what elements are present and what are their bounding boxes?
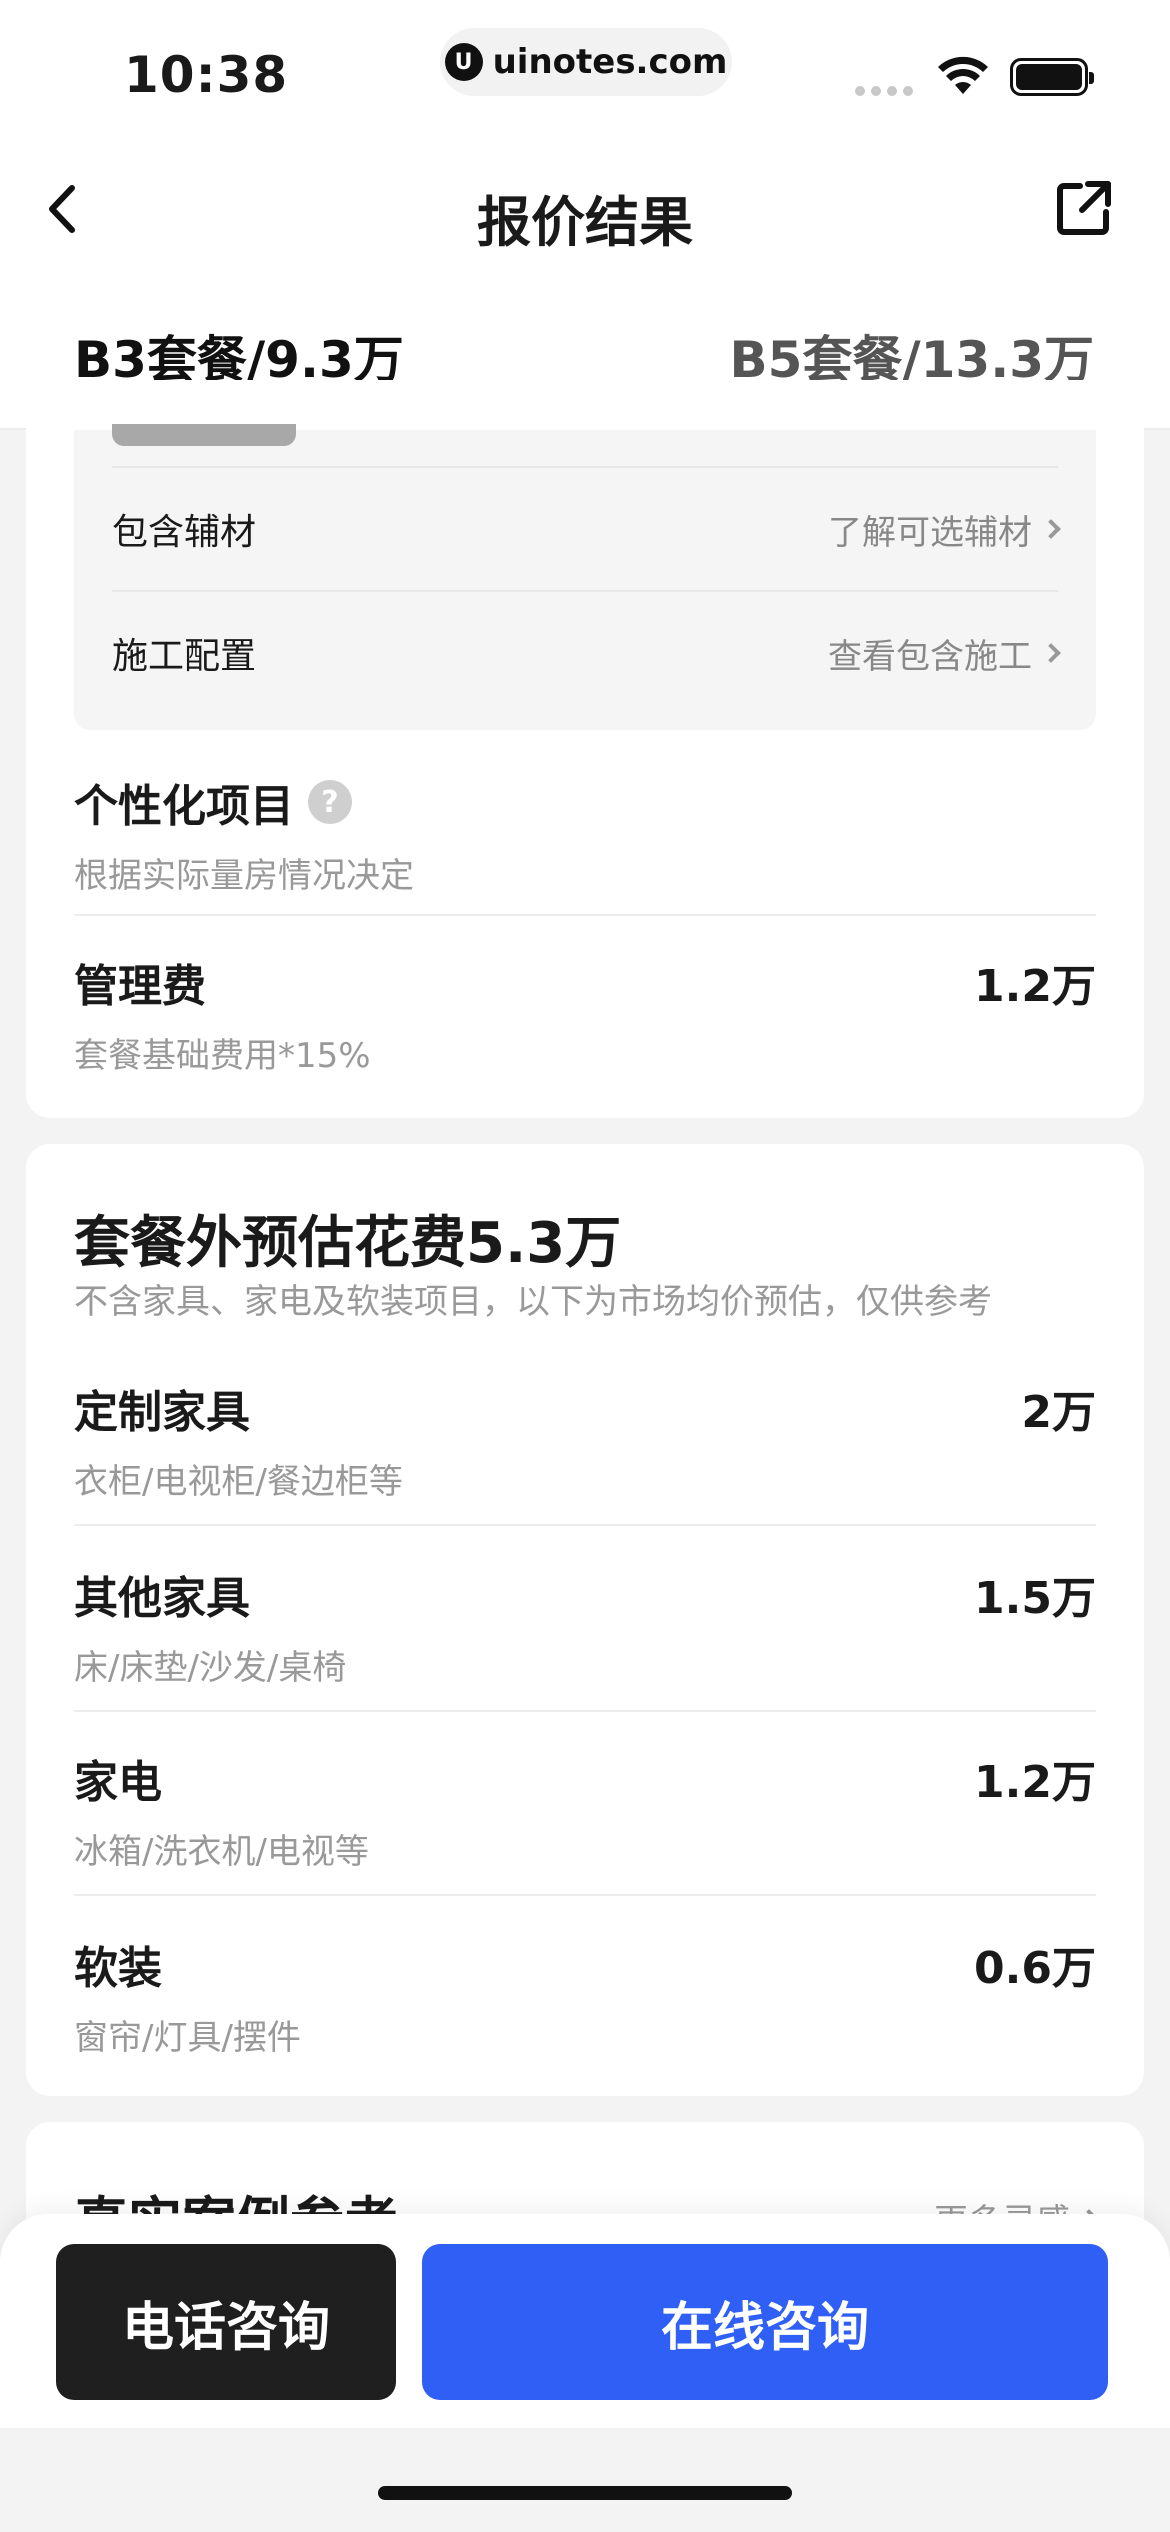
status-bar: 10:38 U uinotes.com: [0, 0, 1170, 140]
divider: [74, 914, 1096, 916]
cost-item-title: 家电: [74, 1757, 162, 1808]
help-icon[interactable]: ?: [308, 780, 352, 824]
cost-item-subtitle: 床/床垫/沙发/桌椅: [74, 1648, 347, 1688]
list-item: 家电 冰箱/洗衣机/电视等 1.2万: [74, 1746, 1096, 1873]
extra-costs-card: 套餐外预估花费5.3万 不含家具、家电及软装项目，以下为市场均价预估，仅供参考 …: [26, 1144, 1144, 2096]
extra-costs-subtitle: 不含家具、家电及软装项目，以下为市场均价预估，仅供参考: [74, 1282, 992, 1322]
included-row-link[interactable]: 了解可选辅材: [828, 505, 1061, 554]
extra-costs-title: 套餐外预估花费5.3万: [74, 1211, 622, 1276]
url-text: uinotes.com: [492, 42, 728, 82]
site-logo-icon: U: [444, 43, 483, 81]
management-fee-row: 管理费 套餐基础费用*15% 1.2万: [74, 950, 1096, 1077]
cost-item-title: 其他家具: [74, 1573, 250, 1624]
cellular-signal-icon: [855, 86, 913, 96]
included-row-label: 包含辅材: [112, 512, 257, 553]
cost-item-value: 2万: [1021, 1387, 1096, 1438]
list-item: 软装 窗帘/灯具/摆件 0.6万: [74, 1932, 1096, 2059]
management-fee-value: 1.2万: [974, 961, 1096, 1012]
page-title: 报价结果: [477, 191, 693, 254]
home-indicator-area: [0, 2428, 1170, 2532]
list-item: 定制家具 衣柜/电视柜/餐边柜等 2万: [74, 1376, 1096, 1503]
cost-item-subtitle: 冰箱/洗衣机/电视等: [74, 1832, 369, 1872]
home-indicator[interactable]: [378, 2486, 792, 2500]
status-time: 10:38: [124, 46, 289, 104]
divider: [74, 1894, 1096, 1896]
cost-item-value: 1.2万: [974, 1757, 1096, 1808]
online-consult-button[interactable]: 在线咨询: [422, 2244, 1108, 2400]
cost-item-title: 软装: [74, 1943, 162, 1994]
list-item: 其他家具 床/床垫/沙发/桌椅 1.5万: [74, 1562, 1096, 1689]
collapsed-element: [112, 424, 296, 446]
cost-item-value: 0.6万: [974, 1943, 1096, 1994]
battery-icon: [1010, 58, 1094, 96]
included-row-link[interactable]: 查看包含施工: [828, 629, 1061, 678]
chevron-right-icon: [1041, 519, 1061, 539]
included-row-construction[interactable]: 施工配置 查看包含施工: [112, 590, 1061, 714]
divider: [74, 1710, 1096, 1712]
cost-item-subtitle: 窗帘/灯具/摆件: [74, 2018, 301, 2058]
custom-items-title: 个性化项目: [74, 781, 294, 832]
included-row-label: 施工配置: [112, 636, 257, 677]
share-icon[interactable]: [1054, 178, 1114, 238]
management-fee-subtitle: 套餐基础费用*15%: [74, 1036, 371, 1076]
phone-consult-button[interactable]: 电话咨询: [56, 2244, 396, 2400]
package-detail-card: 包含辅材 了解可选辅材 施工配置 查看包含施工 个性化项目 ? 根据实际量房情况…: [26, 380, 1144, 1118]
management-fee-title: 管理费: [74, 961, 206, 1012]
url-pill[interactable]: U uinotes.com: [440, 28, 732, 96]
chevron-right-icon: [1041, 643, 1061, 663]
cost-item-title: 定制家具: [74, 1387, 250, 1438]
included-row-materials[interactable]: 包含辅材 了解可选辅材: [112, 466, 1061, 590]
custom-items-subtitle: 根据实际量房情况决定: [74, 856, 414, 896]
included-box: 包含辅材 了解可选辅材 施工配置 查看包含施工: [74, 424, 1096, 730]
wifi-icon: [938, 56, 988, 94]
custom-items-row: 个性化项目 ? 根据实际量房情况决定: [74, 770, 1096, 897]
cost-item-subtitle: 衣柜/电视柜/餐边柜等: [74, 1462, 403, 1502]
nav-bar: 报价结果: [0, 140, 1170, 280]
cost-item-value: 1.5万: [974, 1573, 1096, 1624]
divider: [74, 1524, 1096, 1526]
